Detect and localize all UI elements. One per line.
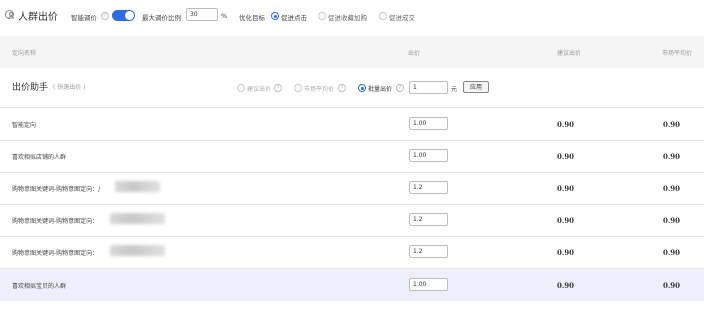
row-name: 喜欢相似宝贝的人群 xyxy=(12,283,67,290)
percent-unit: % xyxy=(221,12,228,20)
row-name: 喜欢相似店铺的人群 xyxy=(12,154,67,161)
page-title: 人群出价 xyxy=(18,12,58,23)
redacted-text xyxy=(110,245,165,256)
suggested-bid: 0.90 xyxy=(557,184,575,193)
option-label-suggested: 建议出价 xyxy=(247,86,272,93)
currency-unit: 元 xyxy=(451,86,458,93)
max-ratio-label: 最大调价比例 xyxy=(142,14,181,22)
goal-radio-click[interactable] xyxy=(271,12,279,20)
table-header: 定向名称 出价 建议出价 市场平均价 xyxy=(0,36,704,68)
table-row: 喜欢相似店铺的人群 1.00 0.90 0.90 xyxy=(0,140,704,173)
col-header-market: 市场平均价 xyxy=(662,50,693,57)
market-avg-bid: 0.90 xyxy=(663,152,681,161)
table-row: 智能定向 1.00 0.90 0.90 xyxy=(0,108,704,141)
smart-adjust-toggle[interactable] xyxy=(112,10,135,21)
crowd-icon xyxy=(5,10,14,19)
market-avg-bid: 0.90 xyxy=(663,120,681,129)
bid-assistant-title: 出价助手 xyxy=(12,83,49,93)
option-radio-suggested[interactable] xyxy=(237,84,245,92)
bid-assistant: 出价助手 ( 快速出价 ) 建议出价 ? 市场平均价 ? 批量出价 ? 1 元 … xyxy=(0,68,704,108)
row-name: 购物意图关键词-购物意图定向：/ xyxy=(12,186,101,193)
suggested-bid: 0.90 xyxy=(557,281,575,290)
col-header-name: 定向名称 xyxy=(12,50,37,57)
market-avg-bid: 0.90 xyxy=(663,281,681,290)
goal-radio-deal[interactable] xyxy=(379,12,387,20)
help-icon[interactable]: ? xyxy=(396,84,404,92)
suggested-bid: 0.90 xyxy=(557,152,575,161)
bid-input[interactable]: 1.00 xyxy=(409,117,448,130)
smart-adjust-label: 智能调价 xyxy=(71,14,97,22)
col-header-bid: 出价 xyxy=(408,50,421,57)
market-avg-bid: 0.90 xyxy=(663,248,681,257)
redacted-text xyxy=(115,181,160,192)
bid-assistant-subtitle: ( 快速出价 ) xyxy=(53,84,86,91)
option-label-batch: 批量出价 xyxy=(368,86,393,93)
bid-input[interactable]: 1.2 xyxy=(409,245,448,258)
suggested-bid: 0.90 xyxy=(557,120,575,129)
table-row: 购物意图关键词-购物意图定向： 1.2 0.90 0.90 xyxy=(0,204,704,237)
suggested-bid: 0.90 xyxy=(557,216,575,225)
goal-label-click: 促进点击 xyxy=(281,14,307,22)
row-name: 购物意图关键词-购物意图定向： xyxy=(12,250,99,257)
table-row: 喜欢相似宝贝的人群 1.00 0.90 0.90 xyxy=(0,269,704,301)
table-row: 购物意图关键词-购物意图定向： 1.2 0.90 0.90 xyxy=(0,236,704,269)
help-icon[interactable]: ? xyxy=(274,84,282,92)
help-icon[interactable]: ? xyxy=(101,12,109,20)
option-radio-batch[interactable] xyxy=(358,84,366,92)
optimize-goal-label: 优化目标 xyxy=(239,14,265,22)
option-label-market: 市场平均价 xyxy=(304,86,335,93)
bid-input[interactable]: 1.2 xyxy=(409,213,448,226)
table-row: 购物意图关键词-购物意图定向：/ 1.2 0.90 0.90 xyxy=(0,172,704,205)
goal-label-deal: 促进成交 xyxy=(389,14,415,22)
apply-button[interactable]: 应用 xyxy=(463,81,489,93)
bid-input[interactable]: 1.2 xyxy=(409,181,448,194)
goal-label-fav-cart: 促进收藏加购 xyxy=(328,14,367,22)
option-radio-market[interactable] xyxy=(294,84,302,92)
redacted-text xyxy=(110,213,165,224)
max-ratio-input[interactable]: 30 xyxy=(186,8,218,21)
bid-input[interactable]: 1.00 xyxy=(409,278,448,291)
market-avg-bid: 0.90 xyxy=(663,184,681,193)
batch-bid-input[interactable]: 1 xyxy=(409,81,448,94)
row-name: 智能定向 xyxy=(12,122,37,129)
market-avg-bid: 0.90 xyxy=(663,216,681,225)
bid-input[interactable]: 1.00 xyxy=(409,149,448,162)
col-header-suggested: 建议出价 xyxy=(557,50,582,57)
suggested-bid: 0.90 xyxy=(557,248,575,257)
help-icon[interactable]: ? xyxy=(338,84,346,92)
goal-radio-fav-cart[interactable] xyxy=(318,12,326,20)
row-name: 购物意图关键词-购物意图定向： xyxy=(12,218,99,225)
top-bar: 人群出价 智能调价 ? 最大调价比例 30 % 优化目标 促进点击 促进收藏加购… xyxy=(0,0,704,30)
